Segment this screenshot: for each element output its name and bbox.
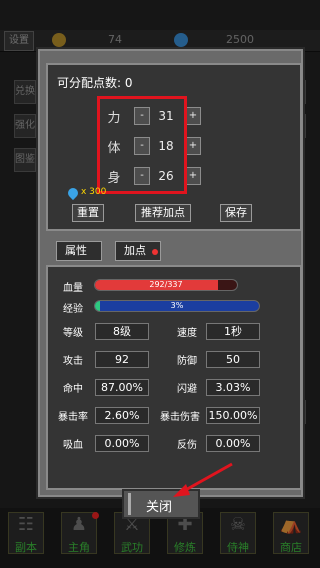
annotation-arrow bbox=[173, 462, 233, 497]
